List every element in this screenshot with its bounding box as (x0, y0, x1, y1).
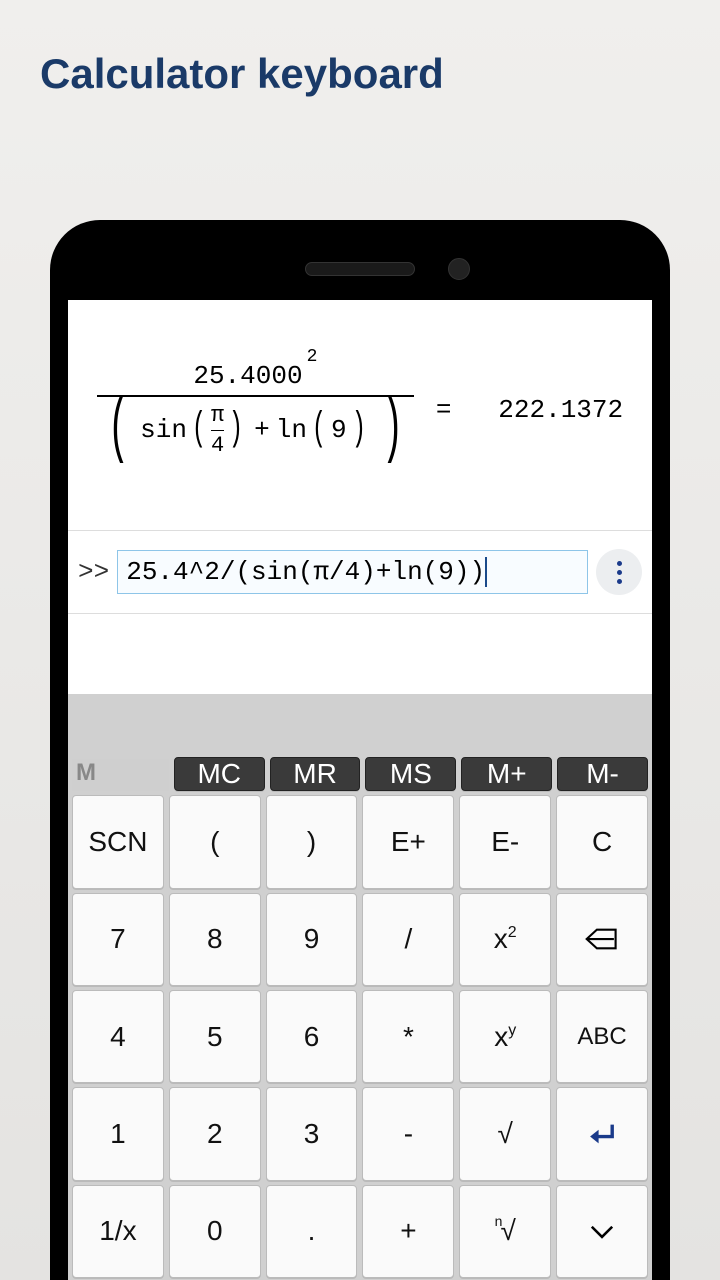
equals-symbol: = (436, 395, 452, 425)
key-7[interactable]: 7 (72, 893, 164, 986)
key-m-minus[interactable]: M- (557, 757, 648, 791)
key-1[interactable]: 1 (72, 1087, 164, 1180)
key-minus[interactable]: - (362, 1087, 454, 1180)
key-9[interactable]: 9 (266, 893, 358, 986)
key-6[interactable]: 6 (266, 990, 358, 1083)
memory-label: M (72, 759, 169, 791)
key-0[interactable]: 0 (169, 1185, 261, 1278)
key-reciprocal[interactable]: 1/x (72, 1185, 164, 1278)
phone-speaker (305, 262, 415, 276)
four-value: 4 (211, 433, 224, 458)
plus-symbol: + (254, 415, 270, 445)
ln-label: ln (276, 415, 307, 445)
expression-input-row: >> 25.4^2/(sin(π/4)+ln(9)) (68, 530, 652, 614)
key-3[interactable]: 3 (266, 1087, 358, 1180)
formula-base: 25.4000 (193, 361, 302, 391)
key-e-minus[interactable]: E- (459, 795, 551, 888)
key-ms[interactable]: MS (365, 757, 456, 791)
app-screen: 25.4000 2 ( sin ( π 4 ) + (68, 300, 652, 1280)
key-clear[interactable]: C (556, 795, 648, 888)
enter-icon (585, 1119, 619, 1149)
expression-input[interactable]: 25.4^2/(sin(π/4)+ln(9)) (117, 550, 588, 594)
key-chevron-down[interactable] (556, 1185, 648, 1278)
key-multiply[interactable]: * (362, 990, 454, 1083)
key-backspace[interactable] (556, 893, 648, 986)
chevron-down-icon (585, 1216, 619, 1246)
key-plus[interactable]: + (362, 1185, 454, 1278)
key-x-pow-y[interactable]: xy (459, 990, 551, 1083)
key-e-plus[interactable]: E+ (362, 795, 454, 888)
phone-camera (448, 258, 470, 280)
result-value: 222.1372 (498, 395, 623, 425)
formula-display: 25.4000 2 ( sin ( π 4 ) + (68, 300, 652, 530)
key-decimal[interactable]: . (266, 1185, 358, 1278)
key-4[interactable]: 4 (72, 990, 164, 1083)
pi-symbol: π (211, 403, 224, 428)
key-mc[interactable]: MC (174, 757, 265, 791)
key-sqrt[interactable]: √ (459, 1087, 551, 1180)
ln-arg: 9 (331, 415, 347, 445)
backspace-icon (585, 924, 619, 954)
key-scn[interactable]: SCN (72, 795, 164, 888)
phone-frame: 25.4000 2 ( sin ( π 4 ) + (50, 220, 670, 1280)
key-abc[interactable]: ABC (556, 990, 648, 1083)
sin-label: sin (140, 415, 187, 445)
formula-exponent: 2 (307, 347, 318, 367)
key-nth-root[interactable]: n√ (459, 1185, 551, 1278)
key-open-paren[interactable]: ( (169, 795, 261, 888)
key-5[interactable]: 5 (169, 990, 261, 1083)
key-mr[interactable]: MR (270, 757, 361, 791)
key-enter[interactable] (556, 1087, 648, 1180)
more-options-button[interactable] (596, 549, 642, 595)
key-close-paren[interactable]: ) (266, 795, 358, 888)
key-x-squared[interactable]: x2 (459, 893, 551, 986)
page-title: Calculator keyboard (0, 0, 720, 98)
prompt-symbol: >> (78, 557, 109, 587)
key-divide[interactable]: / (362, 893, 454, 986)
key-2[interactable]: 2 (169, 1087, 261, 1180)
key-m-plus[interactable]: M+ (461, 757, 552, 791)
keypad: M MC MR MS M+ M- SCN ( ) E+ E- C 7 8 9 /… (68, 694, 652, 1280)
key-8[interactable]: 8 (169, 893, 261, 986)
